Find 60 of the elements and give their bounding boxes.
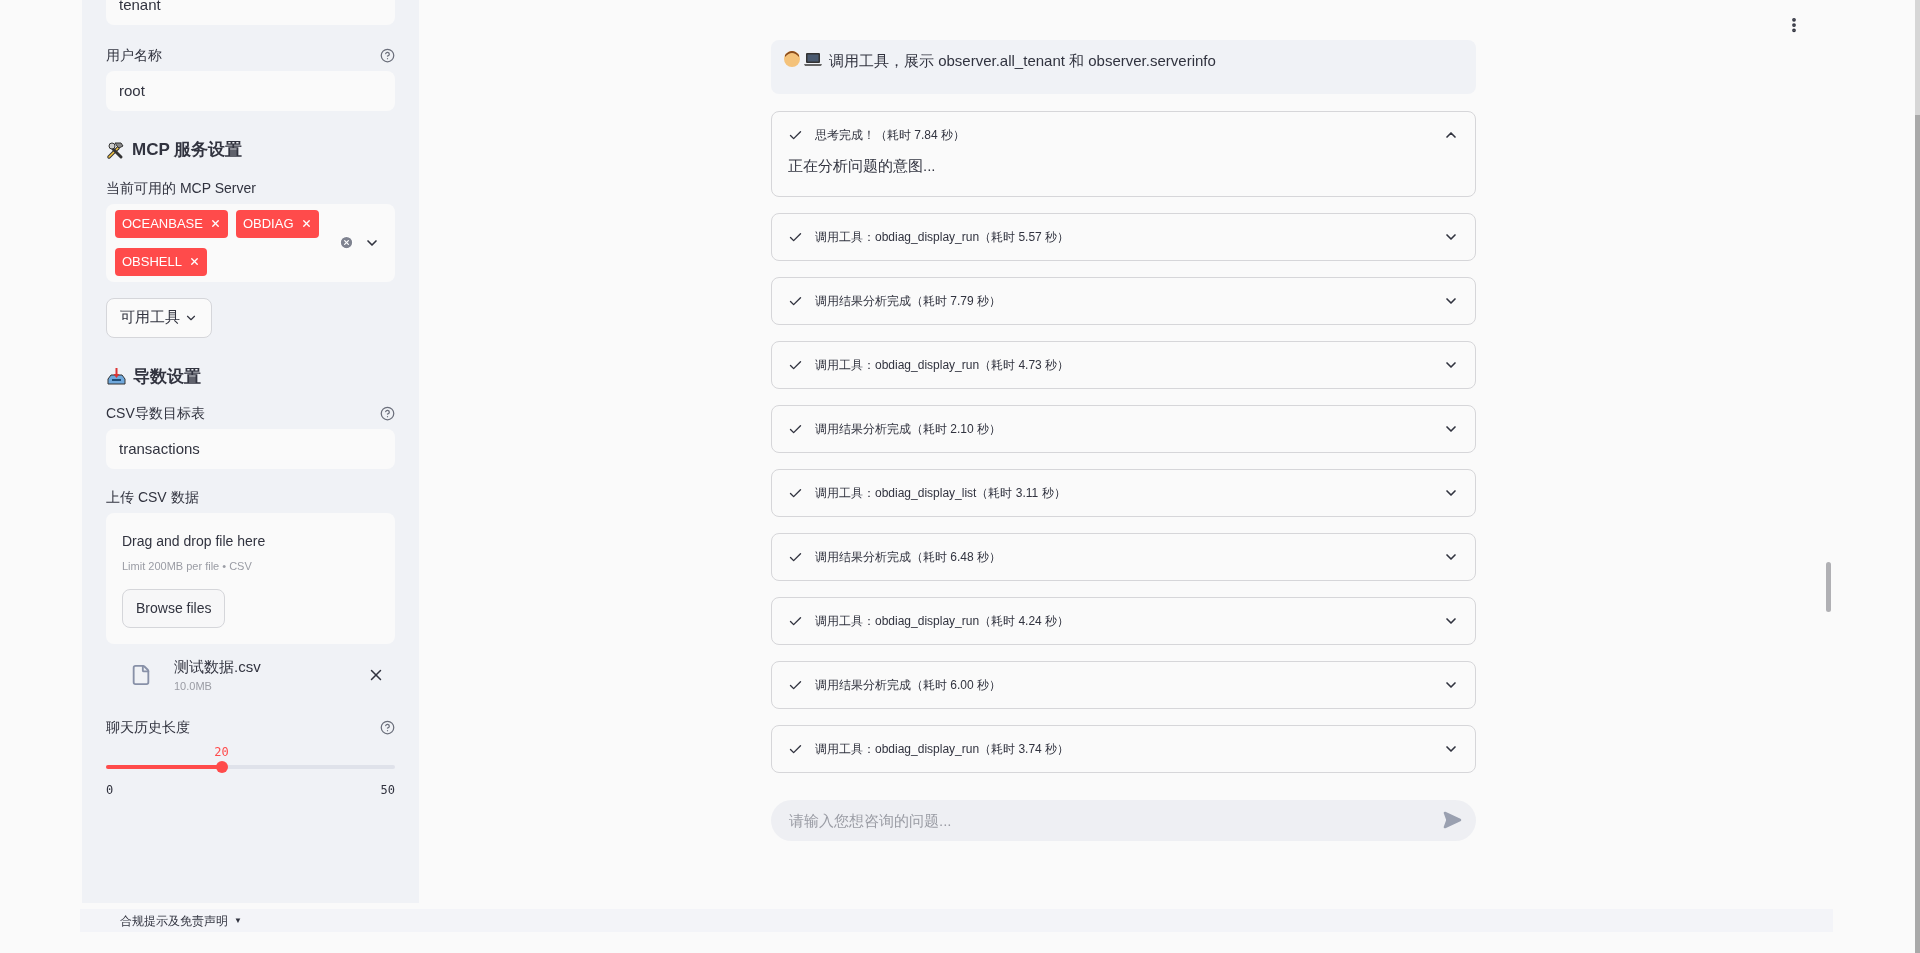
step-expander[interactable]: 调用工具：obdiag_display_run（耗时 4.24 秒） <box>771 597 1476 645</box>
slider-min: 0 <box>106 781 114 799</box>
remove-icon[interactable] <box>300 218 312 229</box>
remove-icon[interactable] <box>209 218 221 229</box>
step-title: 调用结果分析完成（耗时 7.79 秒） <box>815 293 1002 310</box>
step-title: 调用工具：obdiag_display_run（耗时 5.57 秒） <box>815 229 1070 246</box>
step-expander[interactable]: 调用结果分析完成（耗时 7.79 秒） <box>771 277 1476 325</box>
field-label: 上传 CSV 数据 <box>106 488 199 507</box>
inbox-tray-icon <box>106 366 127 387</box>
help-icon[interactable] <box>380 719 395 735</box>
field-label: 当前可用的 MCP Server <box>106 178 256 198</box>
section-heading: 导数设置 <box>133 365 201 388</box>
slider-max: 50 <box>380 781 395 799</box>
slider-value: 20 <box>214 743 229 761</box>
step-title: 调用工具：obdiag_display_run（耗时 4.24 秒） <box>815 613 1070 630</box>
remove-icon[interactable] <box>189 256 200 267</box>
user-message-text: 调用工具，展示 observer.all_tenant 和 observer.serverinfo <box>829 51 1216 71</box>
disclaimer-caret[interactable]: ▼ <box>234 914 242 927</box>
step-title: 调用工具：obdiag_display_run（耗时 3.74 秒） <box>815 741 1070 758</box>
field-label: CSV导数目标表 <box>106 404 205 423</box>
avatar-icon <box>783 50 801 68</box>
laptop-icon <box>803 50 823 68</box>
step-expander[interactable]: 调用结果分析完成（耗时 6.00 秒） <box>771 661 1476 709</box>
browse-files-button[interactable]: Browse files <box>122 588 226 628</box>
section-heading: MCP 服务设置 <box>132 139 243 161</box>
help-icon[interactable] <box>380 406 395 421</box>
step-expander[interactable]: 调用结果分析完成（耗时 6.48 秒） <box>771 533 1476 581</box>
step-title: 思考完成！（耗时 7.84 秒） <box>815 127 966 144</box>
step-title: 调用结果分析完成（耗时 2.10 秒） <box>815 421 1002 438</box>
dropzone-title: Drag and drop file here <box>122 532 266 551</box>
step-expander[interactable]: 调用工具：obdiag_display_list（耗时 3.11 秒） <box>771 469 1476 517</box>
step-title: 调用工具：obdiag_display_list（耗时 3.11 秒） <box>815 485 1066 502</box>
text-field[interactable]: tenant <box>106 0 395 25</box>
chat-scrollbar-thumb[interactable] <box>1826 562 1831 612</box>
file-name: 测试数据.csv <box>174 656 261 677</box>
file-size: 10.0MB <box>174 679 213 694</box>
step-expander[interactable]: 调用工具：obdiag_display_run（耗时 5.57 秒） <box>771 213 1476 261</box>
clear-icon[interactable] <box>339 235 354 250</box>
step-expander[interactable]: 调用工具：obdiag_display_run（耗时 3.74 秒） <box>771 725 1476 773</box>
chat-input-field[interactable]: 请输入您想咨询的问题... <box>771 800 1476 841</box>
text-field[interactable]: transactions <box>106 429 395 469</box>
field-label: 用户名称 <box>106 46 162 65</box>
step-title: 调用工具：obdiag_display_run（耗时 4.73 秒） <box>815 357 1070 374</box>
hammer-wrench-icon <box>106 139 126 160</box>
slider-thumb[interactable] <box>215 760 228 773</box>
text-field[interactable]: root <box>106 71 395 111</box>
file-icon <box>130 662 152 688</box>
send-icon[interactable] <box>1442 810 1462 830</box>
disclaimer-link[interactable]: 合规提示及免责声明 <box>120 911 228 930</box>
step-expander[interactable]: 思考完成！（耗时 7.84 秒） 正在分析问题的意图... <box>771 111 1476 197</box>
field-label: 聊天历史长度 <box>106 717 190 737</box>
step-body-text: 正在分析问题的意图... <box>788 157 936 174</box>
step-title: 调用结果分析完成（耗时 6.48 秒） <box>815 549 1002 566</box>
tools-popover-button[interactable]: 可用工具 <box>106 297 212 338</box>
step-expander[interactable]: 调用结果分析完成（耗时 2.10 秒） <box>771 405 1476 453</box>
file-dropzone[interactable]: Drag and drop file here Limit 200MB per file • CSV Browse files <box>106 513 395 644</box>
step-title: 调用结果分析完成（耗时 6.00 秒） <box>815 677 1002 694</box>
step-expander[interactable]: 调用工具：obdiag_display_run（耗时 4.73 秒） <box>771 341 1476 389</box>
help-icon[interactable] <box>380 48 395 63</box>
dropzone-hint: Limit 200MB per file • CSV <box>122 559 252 574</box>
